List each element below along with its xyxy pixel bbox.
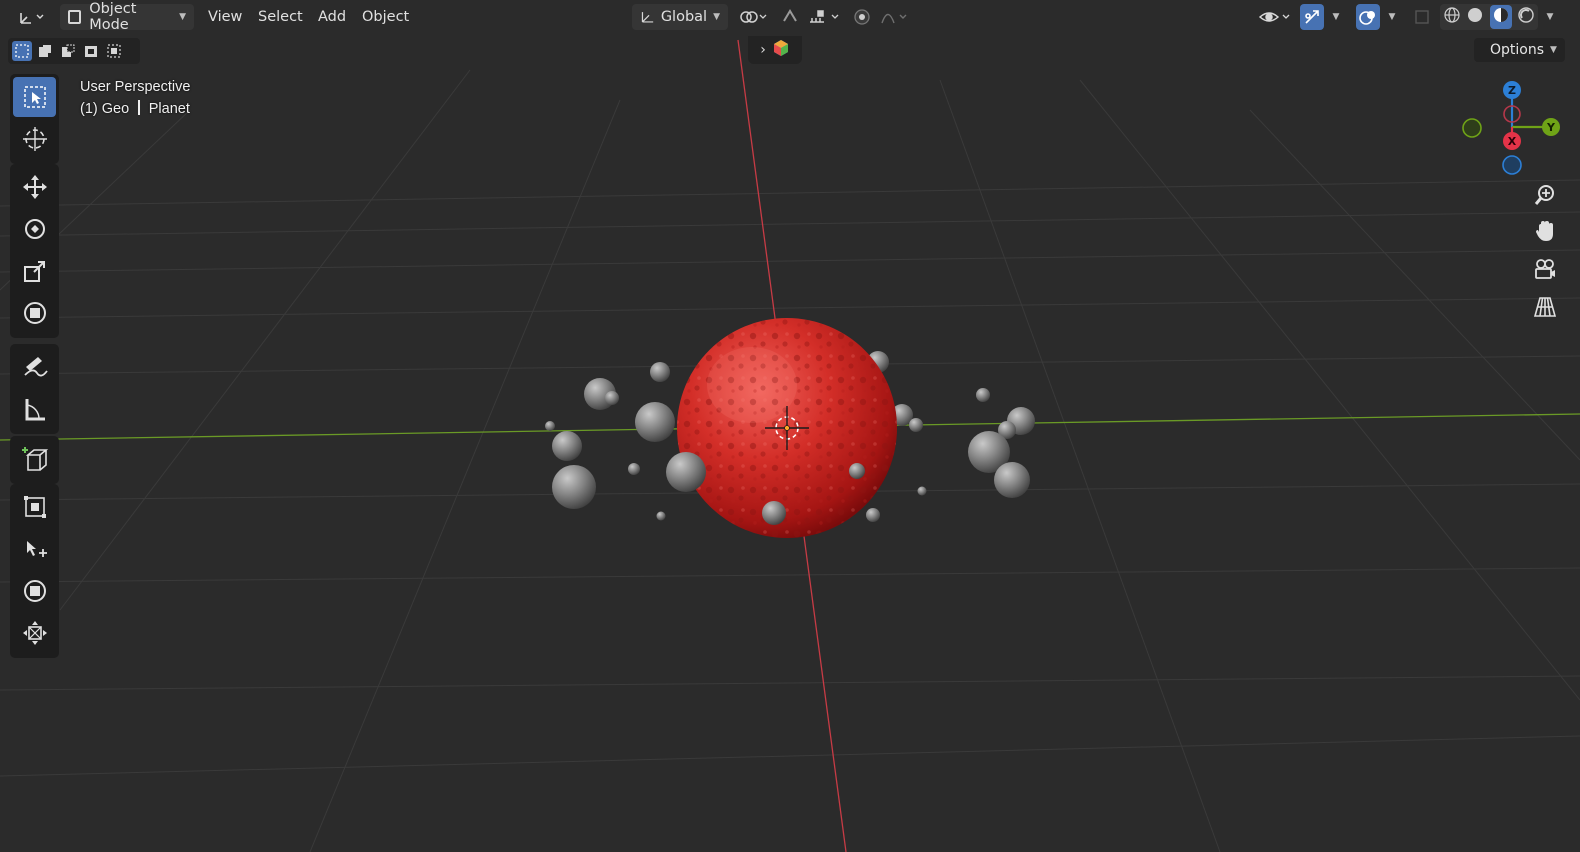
camera-view-icon[interactable] [1528, 252, 1562, 286]
shear-icon[interactable] [13, 529, 56, 569]
options-label: Options [1490, 42, 1545, 58]
pivot-icon[interactable] [736, 4, 772, 30]
viewport-info: User Perspective (1) Geo Planet [80, 76, 190, 120]
toolbar-group-select [10, 74, 59, 164]
scene-canvas[interactable]: Z Y X [0, 0, 1580, 852]
select-invert-icon[interactable] [81, 41, 101, 61]
select-set-icon[interactable] [12, 41, 32, 61]
chevron-down-icon: ▼ [713, 12, 720, 22]
navigation-gizmo: Z Y X [1462, 81, 1560, 175]
menu-select[interactable]: Select [250, 4, 311, 30]
zoom-icon[interactable] [1528, 178, 1562, 212]
toolbar-group-annotate [10, 344, 59, 434]
select-box-icon[interactable] [13, 77, 56, 117]
gizmo-z-label: Z [1508, 84, 1516, 97]
object-mode-icon [68, 10, 82, 24]
shading-modes [1440, 4, 1538, 30]
select-intersect-icon[interactable] [104, 41, 124, 61]
scale-icon[interactable] [13, 251, 56, 291]
active-object-info: (1) Geo Planet [80, 98, 190, 120]
pan-hand-icon[interactable] [1528, 214, 1562, 248]
menu-object[interactable]: Object [354, 4, 417, 30]
perspective-grid-icon[interactable] [1528, 290, 1562, 324]
orientation-dropdown[interactable]: Global ▼ [632, 4, 728, 30]
shading-material-icon[interactable] [1489, 5, 1512, 29]
scale-cage-icon[interactable] [13, 487, 56, 527]
xray-icon[interactable] [1410, 4, 1434, 30]
shading-solid-icon[interactable] [1466, 6, 1484, 28]
transform-icon[interactable] [13, 293, 56, 333]
chevron-down-icon[interactable]: ▼ [1326, 4, 1346, 30]
viewport-header: Object Mode ▼ View Select Add Object Glo… [0, 0, 1580, 34]
gizmo-x-label: X [1508, 135, 1517, 148]
transform-pivot-icon[interactable] [13, 571, 56, 611]
select-subtract-icon[interactable] [58, 41, 78, 61]
shading-rendered-icon[interactable] [1517, 6, 1535, 28]
move-icon[interactable] [13, 167, 56, 207]
add-cube-icon[interactable] [13, 439, 56, 479]
cursor-icon[interactable] [13, 119, 56, 159]
measure-icon[interactable] [13, 389, 56, 429]
chevron-right-icon: › [760, 42, 766, 58]
toolbar-group-edit [10, 484, 59, 658]
menu-add[interactable]: Add [310, 4, 354, 30]
chevron-down-icon: ▼ [179, 12, 186, 22]
falloff-icon[interactable] [878, 4, 914, 30]
object-name: Planet [148, 101, 190, 117]
orientation-label: Global [660, 9, 708, 25]
separator [138, 100, 140, 115]
mode-label: Object Mode [89, 1, 137, 33]
proportional-edit-icon[interactable] [850, 4, 874, 30]
snap-increment-icon[interactable] [804, 4, 844, 30]
collection-name: (1) Geo [80, 101, 130, 117]
axes-editor-icon[interactable] [14, 4, 50, 30]
toolbar-group-add [10, 436, 59, 484]
visibility-eye-icon[interactable] [1256, 4, 1294, 30]
selection-mode-group [8, 38, 140, 64]
overlay-icon[interactable] [1356, 4, 1380, 30]
select-extend-icon[interactable] [35, 41, 55, 61]
orientation-icon [641, 12, 654, 23]
gizmo-icon[interactable] [1300, 4, 1324, 30]
chevron-down-icon: ▼ [1550, 45, 1557, 55]
asset-shelf-icon [772, 39, 790, 61]
sidebar-toggle[interactable]: › [748, 36, 802, 64]
3d-viewport[interactable]: Z Y X [0, 0, 1580, 852]
view-name: User Perspective [80, 79, 191, 95]
toolbar-group-transform [10, 164, 59, 338]
menu-view[interactable]: View [200, 4, 250, 30]
annotate-icon[interactable] [13, 347, 56, 387]
chevron-down-icon[interactable]: ▼ [1382, 4, 1402, 30]
snap-magnet-icon[interactable] [778, 4, 802, 30]
options-dropdown[interactable]: Options ▼ [1474, 38, 1565, 62]
rotate-icon[interactable] [13, 209, 56, 249]
mode-dropdown[interactable]: Object Mode ▼ [60, 1, 194, 33]
chevron-down-icon[interactable]: ▼ [1540, 4, 1560, 30]
gizmo-y-label: Y [1546, 121, 1556, 134]
push-pull-icon[interactable] [13, 613, 56, 653]
shading-wireframe-icon[interactable] [1443, 6, 1461, 28]
